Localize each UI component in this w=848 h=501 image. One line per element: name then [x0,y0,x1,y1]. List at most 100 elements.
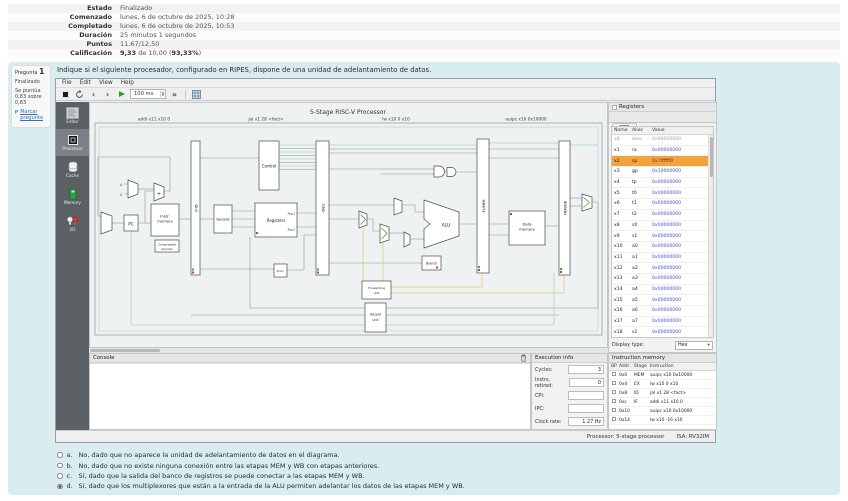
ripes-statusbar: Processor: 5-stage processor ISA: RV32IM [56,430,715,442]
tab-editor: Editor [56,102,89,129]
instruction-text: lw x10 -16 x10 [650,418,716,423]
answer-text: Sí, dado que la salida del banco de regi… [79,472,365,480]
answer-option[interactable]: d. Sí, dado que los multiplexores que es… [57,481,836,491]
ripes-toolbar: ‹ › 100 ms ▲▼ » [56,88,715,101]
register-alias: t0 [632,191,652,196]
compressed-decoder-label-2: decoder [161,247,174,251]
register-value: 0x00000000 [652,266,713,271]
instr-memory-label-2: memory [157,219,174,224]
col-bp: BP [609,363,619,370]
toolbar-separator [185,90,186,99]
register-value: 0x00000000 [652,319,713,324]
register-row: x7 t2 0x00000000 [612,210,713,221]
breakpoint-cell [609,381,619,387]
register-alias: ra [632,148,652,153]
and-gate-2 [447,168,456,177]
decode-label: Decode [216,218,229,222]
alu-label: ALU [442,223,451,229]
question-content: Indique si el siguiente procesador, conf… [55,62,838,493]
register-value: 0x00000000 [652,137,713,142]
pc-label: PC [128,222,134,227]
branch-label: Branch [426,262,437,266]
stage-instruction-mem: auipc x10 0x10000 [505,117,547,123]
breakpoint-cell [609,399,619,405]
register-value: 0x00000000 [652,330,713,335]
col-name: Name [612,127,632,134]
stage-instruction-if: addi x11 x10 0 [138,117,170,123]
breakpoint-checkbox [612,399,616,403]
tab-cache: Cache [56,156,89,183]
register-alias: s0 [632,223,652,228]
registers-tabbar: GPR [609,112,716,123]
flag-question-link[interactable]: Marcar pregunta [15,109,47,121]
answer-option[interactable]: b. No, dado que no existe ninguna conexi… [57,460,836,470]
ifid-label: IFID [194,204,199,211]
ripes-main-area: Editor Processor Cache Memory [56,102,715,430]
processor-icon [67,134,79,146]
summary-label: Estado [8,4,120,13]
field-label: IPC: [535,406,544,412]
answer-radio[interactable] [57,473,63,479]
register-alias: a6 [632,308,652,313]
answer-radio[interactable] [57,463,63,469]
breakpoint-cell [609,372,619,378]
register-name: x9 [612,234,632,239]
registers-panel-title: Registers [619,104,644,110]
instruction-memory-title: Instruction memory [612,355,665,361]
register-row: x10 a0 0x00000000 [612,242,713,253]
menu-help: Help [117,80,138,86]
exmem-label: EX/MEM [482,199,486,212]
menu-file: File [58,80,76,86]
registers-scrollbar [708,135,713,337]
display-type-value: Hex [678,342,688,348]
register-row: x15 a5 0x00000000 [612,295,713,306]
instruction-addr: 0x4 [619,382,634,387]
register-name: x15 [612,298,632,303]
tab-cache-label: Cache [66,174,79,179]
register-row: x4 tp 0x00000000 [612,178,713,189]
register-alias: a0 [632,244,652,249]
field-label: CPI: [535,393,544,399]
col-value: Value [652,127,713,134]
instruction-memory-body: 0x0 MEM auipc x10 0x10000 0x4 EX lw x10 … [609,371,716,429]
register-value: 0x00000000 [652,223,713,228]
field-value: 3 [568,365,604,374]
breakpoint-cell [609,390,619,396]
field-label: Clock rate: [535,419,561,425]
breakpoint-checkbox [612,417,616,421]
register-name: x18 [612,330,632,335]
register-value: 0x00000000 [652,212,713,217]
register-row: x3 gp 0x10000000 [612,167,713,178]
instruction-addr: 0x0 [619,373,634,378]
answer-option[interactable]: c. Sí, dado que la salida del banco de r… [57,471,836,481]
instruction-addr: 0x14 [619,418,634,423]
summary-label: Completado [8,22,120,31]
register-value: 0x00000000 [652,255,713,260]
field-value: 0 [569,378,604,387]
processor-square-icon [62,91,69,98]
register-name: x4 [612,180,632,185]
instruction-memory-columns: BP Addr Stage Instruction [609,363,716,371]
idex-label: IDEX [321,203,326,212]
register-value: 0x00000000 [652,234,713,239]
register-name: x3 [612,169,632,174]
register-name: x13 [612,276,632,281]
and-gate-1 [434,166,445,177]
answer-radio[interactable] [57,484,63,490]
answer-radio[interactable] [57,452,63,458]
summary-value: lunes, 6 de octubre de 2025, 10:53 [120,22,235,31]
answer-option[interactable]: a. No, dado que no aparece la unidad de … [57,450,836,460]
chevron-down-icon: ▼ [707,343,710,347]
forwarding-unit-label-1: Forwarding [368,286,385,290]
instruction-stage: EX [634,382,650,387]
register-row: x17 a7 0x00000000 [612,317,713,328]
cache-icon [67,161,79,173]
register-value: 0x00000000 [652,287,713,292]
register-alias: tp [632,180,652,185]
menu-edit: Edit [76,80,95,86]
alu-op1-mux [394,198,402,215]
answer-letter: a. [67,451,75,459]
register-value: 0x00000000 [652,191,713,196]
tab-editor-label: Editor [66,120,78,125]
fast-forward-button: » [169,89,180,100]
